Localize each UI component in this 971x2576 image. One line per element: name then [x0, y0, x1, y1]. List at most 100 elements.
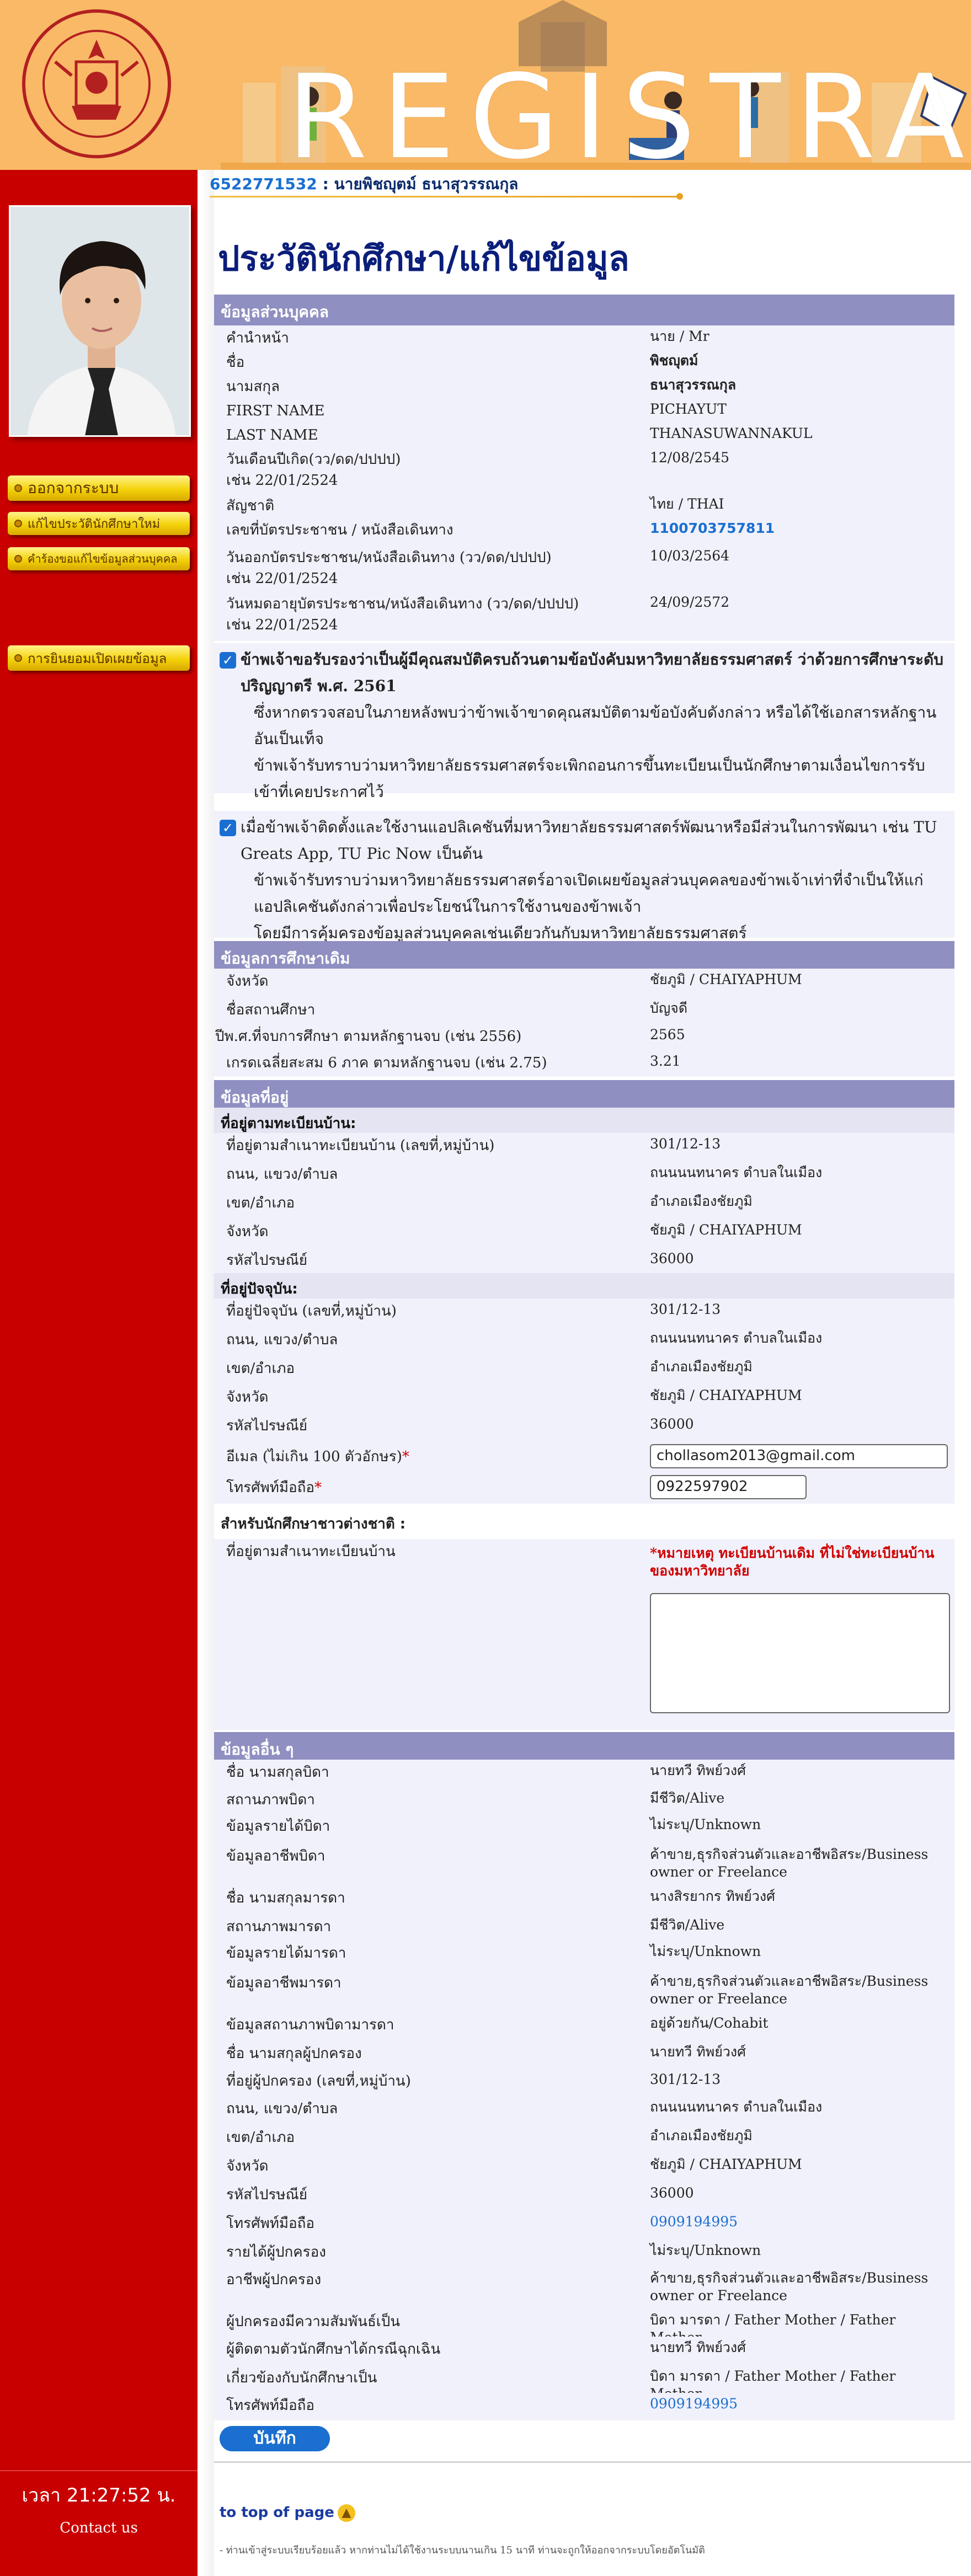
consent-checkbox-1[interactable]: ✓	[220, 652, 236, 669]
row-value: 36000	[650, 1250, 694, 1266]
row-value: ถนนนนทนาคร ตำบลในเมือง	[650, 1330, 823, 1346]
consent-label: การยินยอมเปิดเผยข้อมูล	[28, 650, 167, 666]
table-row: ถนน, แขวง/ตำบล ถนนนนทนาคร ตำบลในเมือง	[214, 1162, 954, 1190]
row-label: ผู้ปกครองมีความสัมพันธ์เป็น	[226, 2313, 400, 2330]
table-row: วันออกบัตรประชาชน/หนังสือเดินทาง (วว/ดด/…	[214, 545, 954, 591]
row-value: 2565	[650, 1027, 685, 1043]
profile-photo	[9, 205, 191, 437]
row-label: ถนน, แขวง/ตำบล	[226, 2101, 338, 2117]
row-label: จังหวัด	[226, 1223, 269, 1240]
row-value: ค้าขาย,ธุรกิจส่วนตัวและอาชีพอิสระ/Busine…	[650, 2270, 929, 2304]
clock: เวลา 21:27:52 น.	[22, 2484, 176, 2506]
row-label: ชื่อสถานศึกษา	[226, 1002, 316, 1018]
logout-button[interactable]: ออกจากระบบ	[8, 475, 190, 501]
table-row: ที่อยู่ผู้ปกครอง (เลขที่,หมู่บ้าน) 301/12…	[214, 2069, 954, 2096]
table-row: คำนำหน้า นาย / Mr	[214, 325, 954, 350]
row-value: 36000	[650, 2185, 694, 2201]
row-label: สถานภาพมารดา	[226, 1918, 332, 1935]
banner-title: REGISTRAR	[287, 50, 971, 170]
table-row: ที่อยู่ตามสำเนาทะเบียนบ้าน (เลขที่,หมู่บ…	[214, 1133, 954, 1162]
consent-button[interactable]: การยินยอมเปิดเผยข้อมูล	[8, 645, 190, 671]
row-label-hint: เช่น 22/01/2524	[226, 617, 338, 633]
row-value: ชัยภูมิ / CHAIYAPHUM	[650, 971, 802, 987]
row-value: ไทย / THAI	[650, 496, 724, 512]
row-value: นายทวี ทิพย์วงศ์	[650, 2044, 746, 2060]
row-label: จังหวัด	[226, 2158, 269, 2174]
table-row: ชื่อ นามสกุลผู้ปกครอง นายทวี ทิพย์วงศ์	[214, 2041, 954, 2069]
section-personal: ข้อมูลส่วนบุคคล	[214, 295, 954, 325]
row-label: คำนำหน้า	[226, 330, 289, 346]
row-label: เขต/อำเภอ	[226, 1195, 295, 1211]
row-label: ชื่อ นามสกุลบิดา	[226, 1764, 329, 1781]
phone-label-text: โทรศัพท์มือถือ	[226, 1479, 314, 1496]
row-value: ชัยภูมิ / CHAIYAPHUM	[650, 2156, 802, 2172]
foreign-address-textarea[interactable]	[650, 1593, 950, 1713]
row-label: เขต/อำเภอ	[226, 1360, 295, 1377]
row-value: THANASUWANNAKUL	[650, 425, 813, 441]
row-label: รหัสไปรษณีย์	[226, 1252, 308, 1269]
foreign-address-row: ที่อยู่ตามสำเนาทะเบียนบ้าน *หมายเหตุ ทะเ…	[214, 1539, 954, 1730]
email-input[interactable]: chollasom2013@gmail.com	[650, 1444, 948, 1468]
table-row: สัญชาติ ไทย / THAI	[214, 493, 954, 517]
student-name: นายพิชญุตม์ ธนาสุวรรณกุล	[334, 175, 519, 193]
table-row: ชื่อสถานศึกษา บัญจดี	[214, 997, 954, 1024]
consent-checkbox-2[interactable]: ✓	[220, 820, 236, 836]
table-row: ชื่อ นามสกุลมารดา นางสิรยากร ทิพย์วงศ์	[214, 1885, 954, 1914]
to-top-link[interactable]: to top of page	[220, 2504, 334, 2521]
id-card-link[interactable]: 1100703757811	[650, 520, 948, 537]
phone-input[interactable]: 0922597902	[650, 1475, 807, 1499]
row-label: วันหมดอายุบัตรประชาชน/หนังสือเดินทาง (วว…	[226, 594, 645, 635]
table-row: รหัสไปรษณีย์ 36000	[214, 1413, 954, 1441]
row-label: ชื่อ	[226, 354, 245, 371]
row-value: ไม่ระบุ/Unknown	[650, 2242, 761, 2258]
row-label: ข้อมูลสถานภาพบิดามารดา	[226, 2017, 394, 2033]
table-row: ชื่อ พิชญุตม์	[214, 350, 954, 374]
table-row: ข้อมูลอาชีพมารดา ค้าขาย,ธุรกิจส่วนตัวและอ…	[214, 1970, 954, 2012]
row-label: เขต/อำเภอ	[226, 2129, 295, 2146]
table-row: เขต/อำเภอ อำเภอเมืองชัยภูมิ	[214, 2125, 954, 2153]
row-label: ข้อมูลรายได้บิดา	[226, 1818, 330, 1835]
phone-link[interactable]: 0909194995	[650, 2213, 948, 2231]
consent-1-note: ข้าพเจ้ารับทราบว่ามหาวิทยาลัยธรรมศาสตร์จ…	[254, 756, 925, 801]
row-label: ที่อยู่ผู้ปกครอง (เลขที่,หมู่บ้าน)	[226, 2073, 411, 2089]
avatar-image	[10, 207, 189, 435]
table-row: วันหมดอายุบัตรประชาชน/หนังสือเดินทาง (วว…	[214, 591, 954, 641]
row-value: นาย / Mr	[650, 328, 709, 344]
foreign-note: *หมายเหตุ ทะเบียนบ้านเดิม ที่ไม่ใช่ทะเบี…	[650, 1545, 935, 1579]
foreign-head-row: สำหรับนักศึกษาชาวต่างชาติ :	[214, 1508, 954, 1539]
row-label-hint: เช่น 22/01/2524	[226, 472, 338, 489]
row-label: ชื่อ นามสกุลมารดา	[226, 1890, 345, 1906]
row-label: FIRST NAME	[226, 403, 325, 419]
bullet-icon	[14, 555, 22, 563]
table-row: โทรศัพท์มือถือ 0909194995	[214, 2211, 954, 2240]
row-value: ค้าขาย,ธุรกิจส่วนตัวและอาชีพอิสระ/Busine…	[650, 1973, 929, 2007]
table-row: ถนน, แขวง/ตำบล ถนนนนทนาคร ตำบลในเมือง	[214, 2096, 954, 2125]
sidebar-separator	[0, 2470, 198, 2471]
row-label: เกรดเฉลี่ยสะสม 6 ภาค ตามหลักฐานจบ (เช่น …	[226, 1055, 547, 1071]
row-value: ถนนนนทนาคร ตำบลในเมือง	[650, 2099, 823, 2115]
phone-link[interactable]: 0909194995	[650, 2395, 948, 2413]
request-change-button[interactable]: คำร้องขอแก้ไขข้อมูลส่วนบุคคล	[8, 547, 190, 570]
arrow-up-icon[interactable]: ▲	[338, 2504, 355, 2522]
row-value: นายทวี ทิพย์วงศ์	[650, 1762, 746, 1778]
edit-history-label: แก้ไขประวัตินักศึกษาใหม่	[28, 517, 161, 531]
row-value: 12/08/2545	[650, 450, 730, 466]
section-education: ข้อมูลการศึกษาเดิม	[214, 941, 954, 969]
row-value: อำเภอเมืองชัยภูมิ	[650, 1359, 753, 1375]
contact-link[interactable]: Contact us	[0, 2520, 198, 2536]
row-value: ชัยภูมิ / CHAIYAPHUM	[650, 1387, 802, 1403]
row-label: จังหวัด	[226, 973, 269, 990]
table-row: จังหวัด ชัยภูมิ / CHAIYAPHUM	[214, 969, 954, 997]
row-label: รหัสไปรษณีย์	[226, 2187, 308, 2203]
row-label: ที่อยู่ตามสำเนาทะเบียนบ้าน	[226, 1543, 396, 1560]
consent-2-statement: เมื่อข้าพเจ้าติดตั้งและใช้งานแอปลิเคชันท…	[241, 818, 937, 863]
table-row: จังหวัด ชัยภูมิ / CHAIYAPHUM	[214, 2153, 954, 2182]
row-label: เลขที่บัตรประชาชน / หนังสือเดินทาง	[226, 522, 454, 538]
user-underline	[210, 193, 683, 200]
edit-history-button[interactable]: แก้ไขประวัตินักศึกษาใหม่	[8, 512, 190, 535]
section-address: ข้อมูลที่อยู่	[214, 1080, 954, 1108]
table-row: ข้อมูลอาชีพบิดา ค้าขาย,ธุรกิจส่วนตัวและอา…	[214, 1843, 954, 1885]
table-row: ชื่อ นามสกุลบิดา นายทวี ทิพย์วงศ์	[214, 1760, 954, 1787]
save-button[interactable]: บันทึก	[220, 2426, 330, 2451]
row-label: วันออกบัตรประชาชน/หนังสือเดินทาง (วว/ดด/…	[226, 547, 645, 589]
